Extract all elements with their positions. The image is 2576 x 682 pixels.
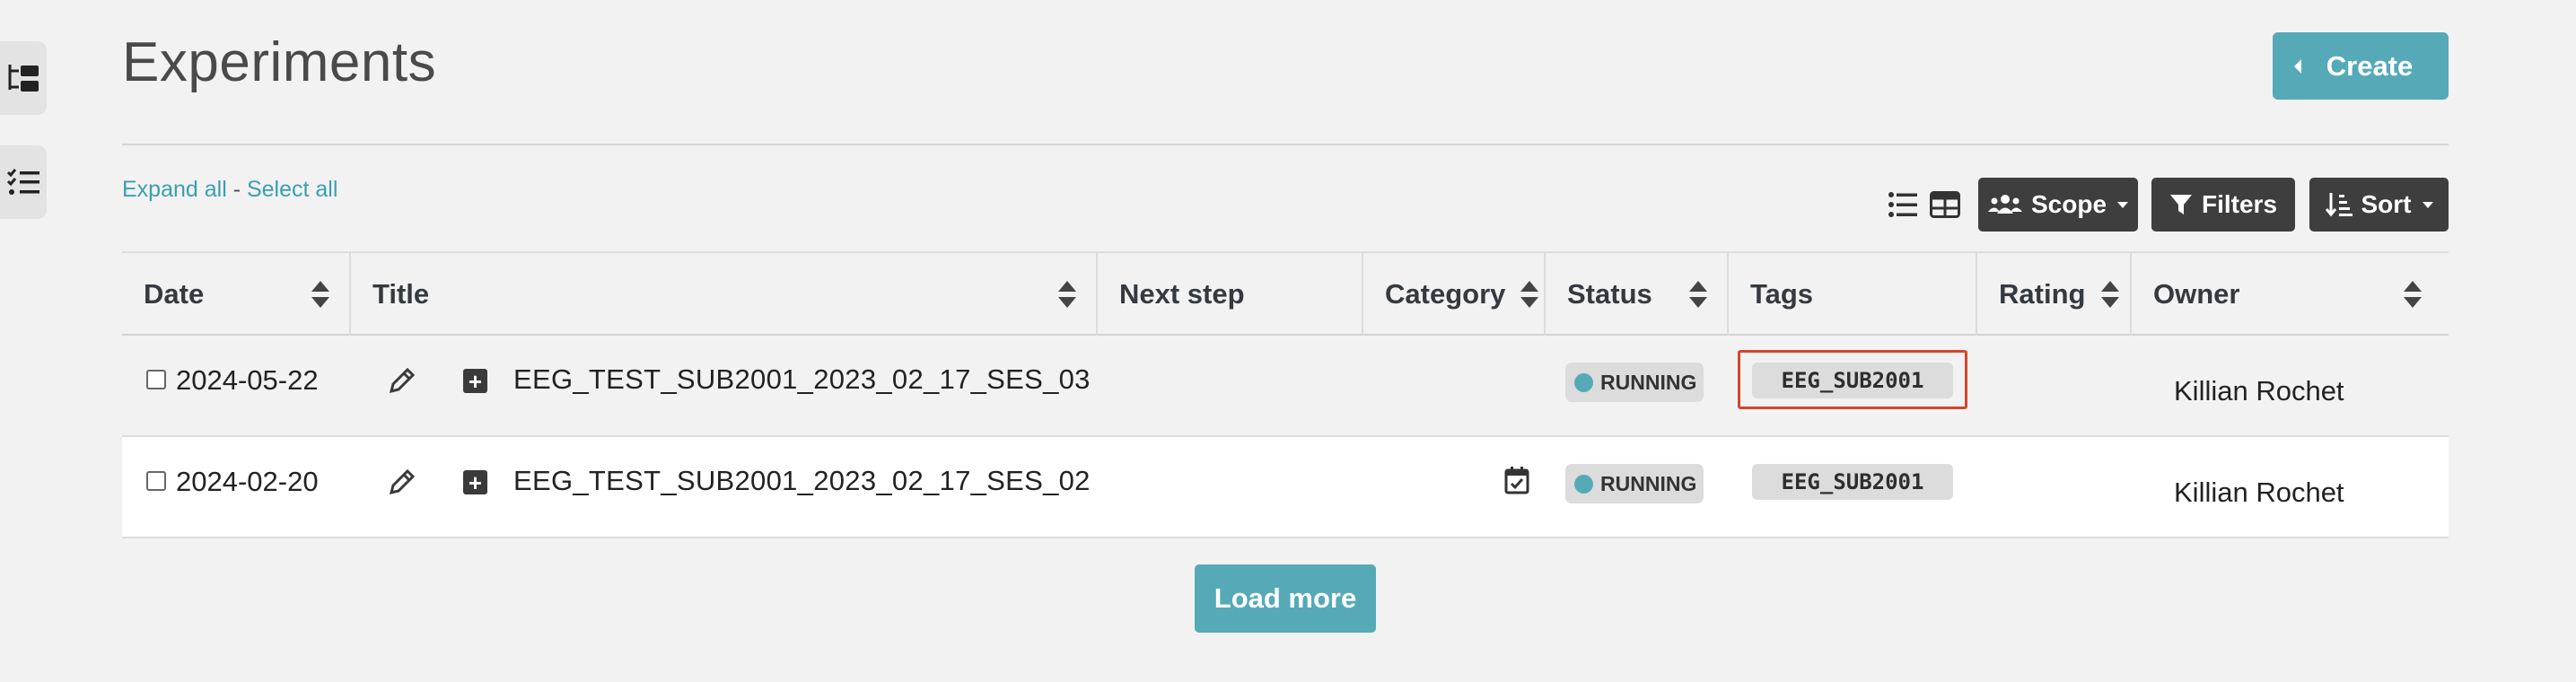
row-owner: Killian Rochet (2174, 375, 2344, 407)
header-divider (122, 144, 2449, 145)
tag-badge[interactable]: EEG_SUB2001 (1752, 363, 1953, 398)
column-header-category[interactable]: Category (1363, 253, 1546, 336)
column-label: Owner (2153, 278, 2240, 310)
expand-all-link[interactable]: Expand all (122, 177, 227, 202)
column-header-status[interactable]: Status (1546, 253, 1729, 336)
column-label: Category (1385, 278, 1506, 310)
load-more-button[interactable]: Load more (1195, 564, 1376, 633)
page-title: Experiments (122, 31, 437, 93)
column-header-tags: Tags (1729, 253, 1977, 336)
caret-down-icon (2117, 201, 2129, 208)
column-label: Title (372, 278, 430, 310)
status-label: RUNNING (1600, 471, 1697, 495)
filters-button[interactable]: Filters (2151, 178, 2295, 232)
tree-view-toggle-button[interactable] (0, 41, 47, 115)
row-date: 2024-02-20 (176, 466, 319, 497)
links-separator: - (226, 177, 247, 202)
pencil-icon[interactable] (388, 366, 416, 395)
column-header-owner[interactable]: Owner (2132, 253, 2449, 336)
row-title[interactable]: EEG_TEST_SUB2001_2023_02_17_SES_03 (513, 363, 1091, 396)
users-icon (1987, 195, 2022, 214)
row-checkbox[interactable] (146, 370, 166, 389)
expand-row-icon[interactable]: + (463, 369, 487, 393)
pencil-icon[interactable] (388, 468, 416, 496)
row-checkbox[interactable] (146, 471, 166, 491)
column-label: Next step (1119, 278, 1245, 310)
sort-icon[interactable] (2101, 281, 2119, 308)
sort-icon[interactable] (1520, 281, 1538, 308)
caret-down-icon (2422, 201, 2433, 208)
sort-icon[interactable] (1058, 281, 1076, 308)
status-badge: RUNNING (1565, 363, 1704, 402)
caret-left-icon (2293, 58, 2301, 74)
column-label: Tags (1750, 278, 1814, 310)
column-label: Date (144, 278, 205, 310)
column-label: Status (1567, 278, 1652, 310)
experiments-table: Date Title Next step Category Status Tag… (122, 251, 2449, 538)
sitemap-icon (8, 65, 39, 92)
create-button[interactable]: Create (2273, 32, 2449, 100)
table-row[interactable]: 2024-02-20 + EEG_TEST_SUB2001_2023_02_17… (122, 437, 2449, 538)
sort-icon[interactable] (311, 281, 329, 308)
scope-label: Scope (2030, 190, 2107, 218)
column-label: Rating (1999, 278, 2086, 310)
status-badge: RUNNING (1565, 464, 1704, 503)
status-label: RUNNING (1600, 370, 1697, 394)
list-view-icon[interactable] (1888, 191, 1917, 223)
sort-icon[interactable] (2404, 281, 2422, 308)
task-list-icon (7, 169, 39, 195)
sort-amount-icon (2325, 193, 2353, 217)
column-header-rating[interactable]: Rating (1977, 253, 2132, 336)
row-title[interactable]: EEG_TEST_SUB2001_2023_02_17_SES_02 (513, 465, 1091, 497)
table-row[interactable]: 2024-05-22 + EEG_TEST_SUB2001_2023_02_17… (122, 336, 2449, 437)
table-header-row: Date Title Next step Category Status Tag… (122, 253, 2449, 336)
create-button-label: Create (2326, 49, 2414, 82)
row-date: 2024-05-22 (176, 364, 319, 396)
tag-badge[interactable]: EEG_SUB2001 (1752, 464, 1953, 500)
row-owner: Killian Rochet (2174, 477, 2344, 508)
table-view-icon[interactable] (1930, 191, 1960, 223)
sort-icon[interactable] (1689, 281, 1707, 308)
column-header-next-step: Next step (1098, 253, 1363, 336)
sort-dropdown-button[interactable]: Sort (2309, 178, 2449, 232)
calendar-check-icon[interactable] (1504, 466, 1529, 494)
status-dot-icon (1574, 372, 1593, 392)
expand-row-icon[interactable]: + (463, 470, 487, 494)
task-list-toggle-button[interactable] (0, 145, 47, 219)
filters-label: Filters (2201, 190, 2278, 218)
column-header-title[interactable]: Title (351, 253, 1098, 336)
filter-icon (2169, 195, 2192, 214)
status-dot-icon (1574, 474, 1593, 494)
expand-select-links: Expand all - Select all (122, 177, 337, 203)
scope-dropdown-button[interactable]: Scope (1978, 178, 2138, 232)
select-all-link[interactable]: Select all (247, 177, 337, 202)
sort-label: Sort (2361, 190, 2412, 218)
column-header-date[interactable]: Date (122, 253, 351, 336)
